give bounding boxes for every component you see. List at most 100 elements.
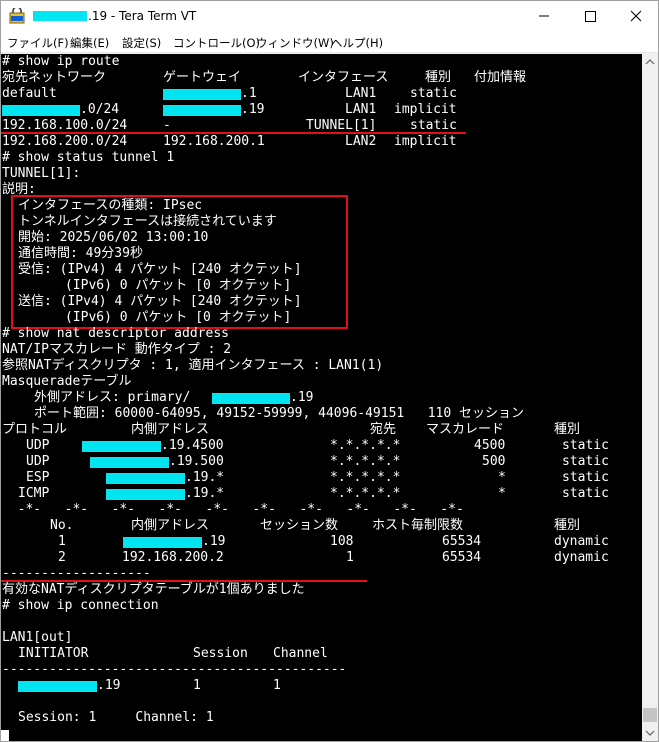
proto-header-masq: マスカレード [426, 422, 505, 437]
session-inner: 192.168.200.2 [122, 550, 224, 565]
session-inner: .19 [202, 534, 226, 549]
tunnel-status-line: 受信: (IPv4) 4 パケット [240 オクテット] [18, 262, 302, 277]
route-gateway: .19 [241, 102, 265, 117]
separator-line: -*- -*- -*- -*- -*- -*- -*- -*- -*- -*- [2, 502, 464, 517]
conn-row: .19 1 1 [2, 678, 642, 694]
menu-edit[interactable]: 編集(E) [70, 35, 109, 51]
session-row: 1 .19 108 65534 dynamic [2, 534, 642, 550]
session-no: 2 [58, 550, 66, 565]
session-header-sessions: セッション数 [260, 518, 339, 533]
tunnel-status-line: 送信: (IPv4) 4 パケット [240 オクテット] [18, 294, 302, 309]
tunnel-name: TUNNEL[1]: [2, 166, 81, 181]
session-header-limit: ホスト毎制限数 [372, 518, 464, 533]
conn-header-channel: Channel [273, 646, 328, 661]
session-table-header: No. 内側アドレス セッション数 ホスト毎制限数 種別 [2, 518, 642, 534]
terminal-command-line: # show ip connection [2, 598, 159, 613]
redacted-address [106, 473, 185, 484]
route-row: .0/24 .19 LAN1 implicit [2, 102, 642, 118]
proto-header-inner: 内側アドレス [131, 422, 210, 437]
proto-row: UDP .19.4500 *.*.*.*.* 4500 static [2, 438, 642, 454]
tunnel-status-line: 開始: 2025/06/02 13:00:10 [18, 230, 209, 245]
title-bar[interactable]: .19 - Tera Term VT [1, 1, 658, 31]
session-header-kind: 種別 [554, 518, 581, 533]
route-kind: static [410, 86, 457, 101]
proto-dest: *.*.*.*.* [330, 438, 401, 453]
outer-address-suffix: .19 [290, 390, 314, 405]
terminal-command-line: # show ip route [2, 54, 120, 69]
proto-masq: 4500 [474, 438, 506, 453]
minimize-icon[interactable] [521, 1, 567, 31]
menu-help[interactable]: ヘルプ(H) [331, 35, 383, 51]
conn-session: 1 [193, 678, 201, 693]
masq-table-title: Masqueradeテーブル [2, 374, 132, 389]
terminal-command-line: # show nat descriptor address [2, 326, 229, 341]
scroll-down-icon[interactable] [642, 724, 658, 741]
proto-table-header: プロトコル 内側アドレス 宛先 マスカレード 種別 [2, 422, 642, 438]
scroll-up-icon[interactable] [642, 54, 658, 71]
proto-header-proto: プロトコル [2, 422, 68, 437]
tera-term-window: .19 - Tera Term VT ファイル(F) 編集(E) 設定(S) コ… [0, 0, 659, 742]
route-iface: LAN1 [345, 102, 377, 117]
session-count: 1 [346, 550, 354, 565]
session-header-no: No. [50, 518, 74, 533]
route-header-gateway: ゲートウェイ [163, 70, 242, 85]
route-iface: LAN2 [345, 134, 377, 149]
proto-row: UDP .19.500 *.*.*.*.* 500 static [2, 454, 642, 470]
tunnel-status-line: インタフェースの種類: IPsec [18, 198, 203, 213]
proto-inner: .19.* [185, 486, 225, 501]
redacted-address [18, 681, 97, 692]
proto-name: UDP [26, 454, 50, 469]
tunnel-status-line: 通信時間: 49分39秒 [18, 246, 143, 261]
lan-out-label: LAN1[out] [2, 630, 73, 645]
nat-type-line: NAT/IPマスカレード 動作タイプ : 2 [2, 342, 232, 357]
route-dest: .0/24 [80, 102, 120, 117]
route-header-kind: 種別 [425, 70, 452, 85]
proto-kind: static [562, 438, 609, 453]
route-table-header: 宛先ネットワーク ゲートウェイ インタフェース 種別 付加情報 [2, 70, 642, 86]
maximize-icon[interactable] [567, 1, 613, 31]
proto-inner: .19.4500 [161, 438, 224, 453]
proto-dest: *.*.*.*.* [330, 486, 401, 501]
session-no: 1 [58, 534, 66, 549]
title-redacted-address [33, 11, 87, 21]
proto-masq: * [498, 470, 506, 485]
route-dest: default [2, 86, 57, 101]
redacted-address [163, 105, 241, 116]
scrollbar-thumb[interactable] [643, 708, 657, 722]
proto-masq: * [498, 486, 506, 501]
conn-header-session: Session [193, 646, 248, 661]
outer-address-line: 外側アドレス: primary/ .19 [2, 390, 642, 406]
menu-control[interactable]: コントロール(O) [173, 35, 260, 51]
proto-masq: 500 [482, 454, 506, 469]
route-gateway: 192.168.200.1 [163, 134, 265, 149]
session-limit: 65534 [442, 550, 482, 565]
redacted-address [2, 105, 80, 116]
redacted-address [90, 457, 169, 468]
window-title: .19 - Tera Term VT [88, 9, 197, 23]
redacted-address [82, 441, 161, 452]
tera-term-app-icon[interactable] [9, 8, 25, 24]
menu-window[interactable]: ウィンドウ(W) [256, 35, 334, 51]
proto-name: ESP [26, 470, 50, 485]
proto-dest: *.*.*.*.* [330, 454, 401, 469]
proto-header-kind: 種別 [554, 422, 581, 437]
redacted-address [212, 393, 290, 404]
menu-bar: ファイル(F) 編集(E) 設定(S) コントロール(O) ウィンドウ(W) ヘ… [1, 31, 658, 53]
menu-file[interactable]: ファイル(F) [7, 35, 69, 51]
proto-dest: *.*.*.*.* [330, 470, 401, 485]
menu-setup[interactable]: 設定(S) [122, 35, 161, 51]
terminal-screen[interactable]: # show ip route 宛先ネットワーク ゲートウェイ インタフェース … [1, 54, 642, 741]
dash-line: ----------------------------------------… [2, 662, 347, 677]
tunnel-status-line: (IPv6) 0 パケット [0 オクテット] [18, 310, 292, 325]
highlight-underline [1, 132, 466, 134]
nat-ref-line: 参照NATディスクリプタ : 1, 適用インタフェース : LAN1(1) [2, 358, 384, 373]
vertical-scrollbar[interactable] [642, 54, 658, 741]
port-range-line: ポート範囲: 60000-64095, 49152-59999, 44096-4… [34, 406, 525, 421]
session-header-inner: 内側アドレス [131, 518, 210, 533]
conn-channel: 1 [273, 678, 281, 693]
session-kind: dynamic [554, 550, 609, 565]
session-kind: dynamic [554, 534, 609, 549]
proto-name: UDP [26, 438, 50, 453]
terminal-cursor [1, 730, 9, 741]
close-icon[interactable] [613, 1, 659, 31]
